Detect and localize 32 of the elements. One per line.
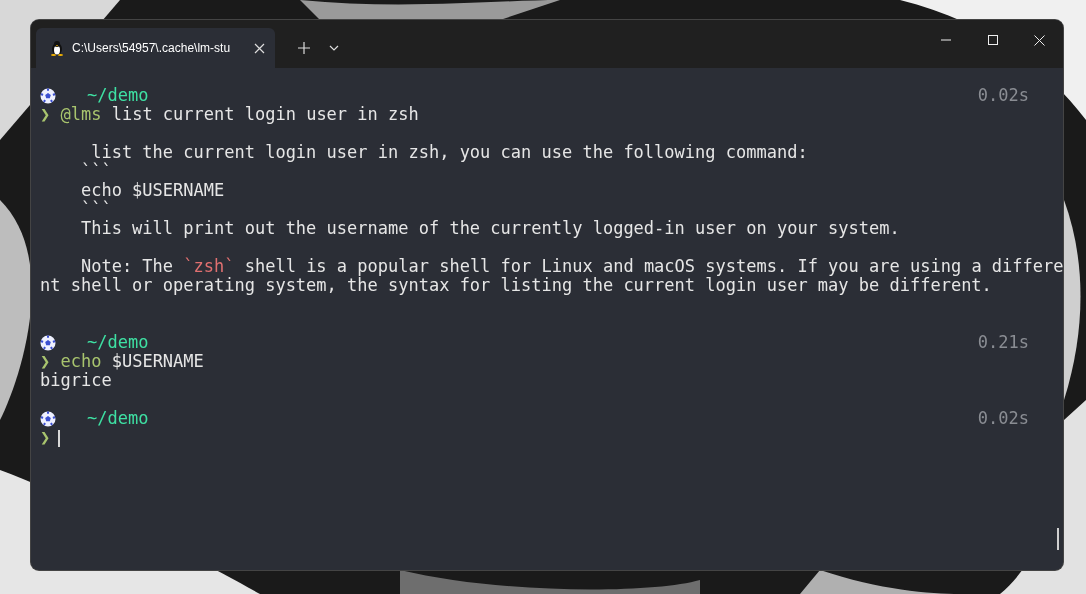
prompt-chevron: ❯ xyxy=(40,427,51,447)
output-line: bigrice xyxy=(40,370,112,390)
chevron-down-icon[interactable] xyxy=(329,45,339,51)
maximize-icon[interactable] xyxy=(987,35,998,45)
terminal-tab[interactable]: C:\Users\54957\.cache\lm-stu xyxy=(36,28,275,68)
duration-text: 0.02s xyxy=(977,86,1029,105)
ball-icon xyxy=(40,87,56,104)
duration-text: 0.02s xyxy=(977,409,1029,428)
output-line: This will print out the username of the currently logged-in user on your system. xyxy=(79,218,900,238)
command-text: echo $USERNAME xyxy=(59,351,204,371)
output-line: ``` xyxy=(79,161,112,181)
output-line: echo $USERNAME xyxy=(79,180,225,200)
output-line: Note: The `zsh` shell is a popular shell for Linux and macOS systems. If you are using a differe xyxy=(79,256,1063,276)
output-line: nt shell or operating system, the syntax for listing the current login user may be different. xyxy=(40,275,992,295)
prompt-path: ~/demo xyxy=(87,409,149,428)
penguin-icon xyxy=(50,40,64,56)
prompt-chevron: ❯ xyxy=(40,351,51,371)
minimize-icon[interactable] xyxy=(940,39,951,41)
prompt-chevron: ❯ xyxy=(40,104,51,124)
ball-icon xyxy=(40,334,56,351)
prompt-path: ~/demo xyxy=(87,333,149,352)
output-line: list the current login user in zsh, you can use the following command: xyxy=(90,142,808,162)
output-line: ``` xyxy=(79,199,112,219)
plus-icon[interactable] xyxy=(298,42,310,54)
command-text: @lms list current login user in zsh xyxy=(59,104,419,124)
scrollbar-thumb[interactable] xyxy=(1057,528,1059,550)
ball-icon xyxy=(40,410,56,427)
tab-title: C:\Users\54957\.cache\lm-stu xyxy=(72,41,232,55)
close-icon[interactable] xyxy=(1034,34,1045,46)
close-icon[interactable] xyxy=(254,42,265,54)
prompt-path: ~/demo xyxy=(87,86,149,105)
duration-text: 0.21s xyxy=(977,333,1029,352)
